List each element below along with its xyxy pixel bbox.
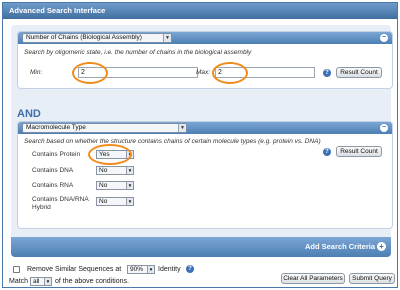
query-type-select[interactable]: Macromolecule Type ▼ bbox=[22, 123, 187, 133]
contains-rna-label: Contains RNA bbox=[32, 182, 74, 189]
collapse-icon[interactable]: − bbox=[380, 34, 388, 42]
panel-title: Advanced Search Interface bbox=[3, 3, 397, 19]
criteria-description: Search by oligomeric state, i.e. the num… bbox=[24, 49, 252, 56]
identity-label: Identity bbox=[158, 266, 181, 273]
submit-query-button[interactable]: Submit Query bbox=[349, 273, 395, 284]
max-label: Max: bbox=[196, 69, 211, 76]
match-suffix: of the above conditions. bbox=[55, 278, 129, 285]
contains-protein-label: Contains Protein bbox=[32, 151, 81, 158]
contains-rna-value: No bbox=[99, 182, 108, 189]
chevron-down-icon: ▼ bbox=[163, 34, 171, 42]
criteria-macromolecule-type: Macromolecule Type ▼ − Search based on w… bbox=[17, 121, 393, 229]
criteria-number-of-chains: Number of Chains (Biological Assembly) ▼… bbox=[17, 31, 393, 89]
contains-hybrid-value: No bbox=[99, 198, 108, 205]
criteria-header: Number of Chains (Biological Assembly) ▼… bbox=[18, 32, 392, 44]
highlight-ring bbox=[212, 62, 248, 84]
highlight-ring bbox=[72, 62, 108, 84]
contains-dna-label: Contains DNA bbox=[32, 167, 74, 174]
match-label: Match bbox=[9, 278, 29, 285]
criteria-header: Macromolecule Type ▼ − bbox=[18, 122, 392, 134]
identity-select[interactable]: 90% ▼ bbox=[127, 265, 155, 274]
remove-similar-label: Remove Similar Sequences at bbox=[27, 266, 122, 273]
criteria-description: Search based on whether the structure co… bbox=[24, 138, 321, 145]
contains-hybrid-select[interactable]: No ▼ bbox=[96, 197, 134, 206]
advanced-search-panel: Advanced Search Interface Number of Chai… bbox=[2, 2, 398, 288]
chevron-down-icon: ▼ bbox=[126, 167, 133, 174]
min-label: Min: bbox=[30, 69, 43, 76]
query-type-value: Number of Chains (Biological Assembly) bbox=[26, 34, 142, 41]
help-icon[interactable]: ? bbox=[186, 265, 194, 273]
collapse-icon[interactable]: − bbox=[380, 124, 388, 132]
contains-hybrid-label: Contains DNA/RNA Hybrid bbox=[32, 196, 89, 211]
and-operator: AND bbox=[17, 108, 41, 120]
remove-similar-checkbox[interactable] bbox=[13, 266, 20, 273]
contains-rna-select[interactable]: No ▼ bbox=[96, 181, 134, 190]
add-search-criteria-label[interactable]: Add Search Criteria bbox=[305, 242, 375, 251]
match-value: all bbox=[33, 278, 40, 285]
chevron-down-icon: ▼ bbox=[147, 266, 154, 273]
highlight-ring bbox=[88, 144, 132, 165]
help-icon[interactable]: ? bbox=[323, 69, 331, 77]
search-criteria-area: Number of Chains (Biological Assembly) ▼… bbox=[11, 25, 393, 257]
chevron-down-icon: ▼ bbox=[178, 124, 186, 132]
chevron-down-icon: ▼ bbox=[126, 198, 133, 205]
match-select[interactable]: all ▼ bbox=[30, 277, 52, 286]
query-type-select[interactable]: Number of Chains (Biological Assembly) ▼ bbox=[22, 33, 172, 43]
plus-icon[interactable]: + bbox=[377, 242, 386, 251]
query-type-value: Macromolecule Type bbox=[26, 124, 86, 131]
result-count-button[interactable]: Result Count bbox=[336, 67, 382, 78]
chevron-down-icon: ▼ bbox=[126, 182, 133, 189]
clear-all-button[interactable]: Clear All Parameters bbox=[281, 273, 345, 284]
contains-dna-select[interactable]: No ▼ bbox=[96, 166, 134, 175]
add-search-criteria-bar[interactable]: Add Search Criteria + bbox=[11, 237, 391, 257]
result-count-button[interactable]: Result Count bbox=[336, 146, 382, 157]
contains-dna-value: No bbox=[99, 167, 108, 174]
chevron-down-icon: ▼ bbox=[44, 278, 51, 285]
identity-value: 90% bbox=[130, 266, 144, 273]
help-icon[interactable]: ? bbox=[323, 148, 331, 156]
